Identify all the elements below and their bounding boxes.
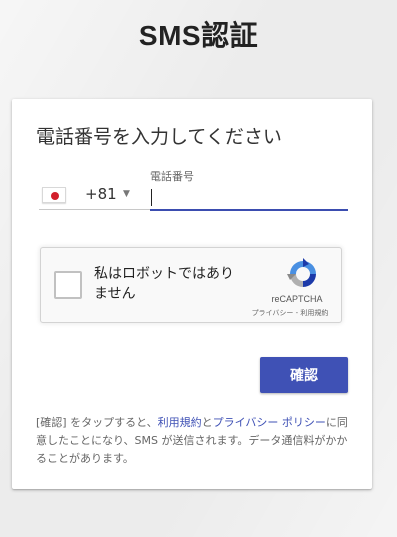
phone-number-label: 電話番号: [150, 170, 194, 183]
recaptcha-widget: 私はロボットではありません reCAPTCHA プライバシー - 利用規約: [40, 247, 342, 323]
terms-link[interactable]: 利用規約: [158, 416, 202, 429]
recaptcha-links: プライバシー - 利用規約: [241, 308, 339, 318]
phone-number-field: 電話番号: [150, 168, 348, 211]
sms-auth-card: 電話番号を入力してください +81 ▼ 電話番号 私はロボットではありません r…: [12, 99, 372, 489]
legal-notice: [確認] をタップすると、利用規約とプライバシー ポリシーに同意したことになり、…: [36, 414, 348, 468]
confirm-button[interactable]: 確認: [260, 357, 348, 393]
chevron-down-icon: ▼: [123, 189, 130, 199]
legal-and: と: [201, 416, 213, 429]
dial-code: +81: [85, 185, 117, 203]
card-heading: 電話番号を入力してください: [36, 126, 282, 148]
country-code-selector[interactable]: +81 ▼: [39, 182, 154, 210]
recaptcha-logo-icon: [287, 258, 316, 287]
recaptcha-label: 私はロボットではありません: [94, 266, 234, 302]
recaptcha-checkbox[interactable]: [54, 271, 82, 299]
japan-flag-icon: [42, 187, 66, 203]
privacy-policy-link[interactable]: プライバシー ポリシー: [213, 416, 326, 429]
page-title: SMS認証: [138, 20, 259, 51]
text-cursor: [151, 189, 152, 206]
recaptcha-brand: reCAPTCHA: [271, 294, 323, 304]
phone-number-input[interactable]: [150, 186, 348, 211]
legal-prefix: [確認] をタップすると、: [36, 416, 158, 429]
recaptcha-privacy-link[interactable]: プライバシー: [252, 309, 294, 317]
recaptcha-terms-link[interactable]: 利用規約: [300, 309, 328, 317]
